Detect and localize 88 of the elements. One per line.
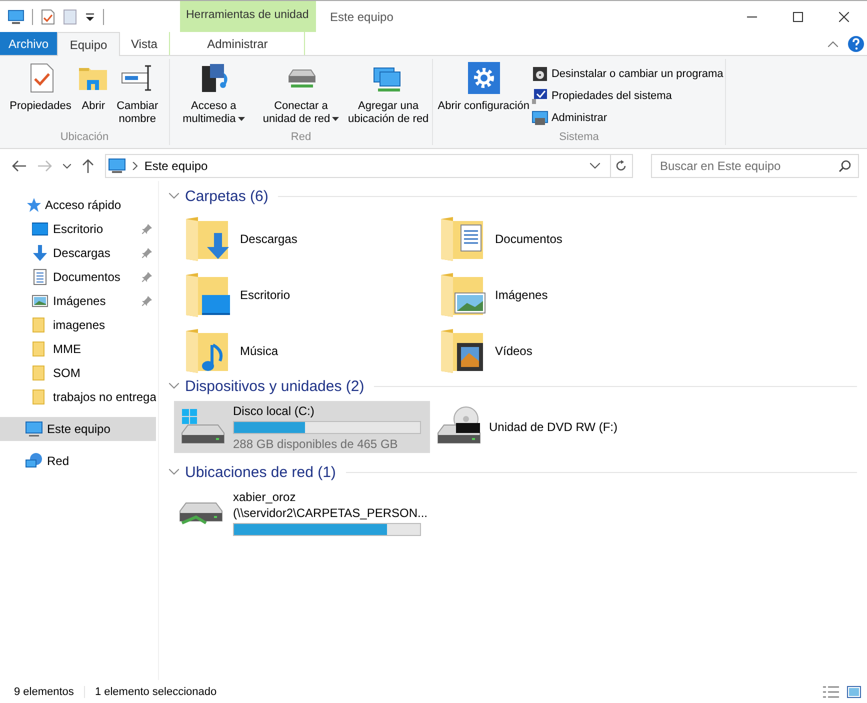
sidebar-item[interactable]: trabajos no entrega — [0, 385, 156, 409]
computer-check-icon — [532, 88, 548, 104]
desktop-icon — [32, 221, 48, 237]
drive-path: (\\servidor2\CARPETAS_PERSON... — [233, 506, 428, 520]
search-icon — [838, 160, 851, 172]
back-arrow-icon — [12, 160, 26, 172]
sidebar-item[interactable]: Red — [0, 449, 156, 473]
folder-item[interactable]: Documentos — [439, 215, 694, 263]
group-label: Ubicación — [60, 131, 109, 145]
network-icon — [25, 453, 43, 469]
group-label: Sistema — [559, 131, 599, 145]
ribbon-button[interactable]: Desinstalar o cambiar un programa — [532, 65, 724, 82]
computer-icon — [8, 8, 24, 24]
ribbon-button[interactable]: Agregar una ubicación de red — [344, 59, 432, 125]
drive-name: xabier_oroz — [233, 490, 297, 504]
ribbon-button[interactable]: Propiedades — [6, 59, 74, 125]
drive-item[interactable]: Disco local (C:) 288 GB disponibles de 465 GB — [174, 401, 430, 453]
sidebar-item[interactable]: MME — [0, 337, 156, 361]
drive-item[interactable]: Unidad de DVD RW (F:) — [430, 401, 686, 453]
section-header[interactable]: Ubicaciones de red (1) — [185, 464, 336, 480]
folder-item[interactable]: Música — [184, 327, 439, 375]
address-field[interactable]: Este equipo — [105, 154, 633, 178]
sidebar-item[interactable]: SOM — [0, 361, 156, 385]
computer-icon — [108, 158, 126, 174]
sidebar-item[interactable]: Documentos — [0, 265, 156, 289]
maximize-icon — [793, 12, 803, 22]
up-arrow-icon — [82, 159, 94, 173]
tool-group-label: Herramientas de unidad — [180, 1, 316, 32]
sidebar-item[interactable]: imagenes — [0, 313, 156, 337]
drive-capacity: 288 GB disponibles de 465 GB — [233, 436, 399, 450]
address-path: Este equipo — [144, 159, 208, 173]
blank-page-icon — [63, 8, 77, 24]
document-icon — [32, 269, 48, 285]
ribbon-button[interactable]: Cambiar nombre — [112, 59, 162, 125]
search-field[interactable]: Buscar en Este equipo — [650, 154, 859, 178]
folder-icon — [184, 215, 232, 263]
ribbon-button[interactable]: Abrir configuración — [434, 59, 532, 125]
sidebar-item[interactable]: Imágenes — [0, 289, 156, 313]
document-check-icon — [41, 8, 55, 24]
refresh-icon — [615, 160, 628, 172]
folder-item[interactable]: Descargas — [184, 215, 439, 263]
picture-icon — [32, 293, 48, 309]
sidebar-item[interactable]: Descargas — [0, 241, 156, 265]
item-count: 9 elementos — [14, 686, 75, 698]
settings-icon — [468, 62, 500, 94]
chevron-icon — [132, 162, 138, 170]
chevron-down-icon — [62, 164, 71, 168]
drive-name: Unidad de DVD RW (F:) — [489, 420, 618, 434]
collapse-icon — [828, 40, 838, 46]
collapse-icon — [169, 469, 179, 475]
folder-item[interactable]: Escritorio — [184, 271, 439, 319]
disc-box-icon — [532, 66, 548, 82]
ribbon-tab[interactable]: Archivo — [0, 32, 57, 55]
window-title: Este equipo — [329, 9, 394, 26]
picture-view-icon — [847, 686, 861, 698]
forward-arrow-icon — [38, 160, 52, 172]
ribbon-tab[interactable]: Equipo — [57, 32, 120, 56]
folder-icon — [184, 271, 232, 319]
ribbon-button[interactable]: Abrir — [74, 59, 112, 125]
sidebar-item[interactable]: Acceso rápido — [0, 193, 156, 217]
ribbon-button[interactable]: Acceso a multimedia — [170, 59, 258, 125]
ribbon-tab[interactable]: Vista — [120, 32, 168, 55]
computer-manage-icon — [532, 110, 548, 126]
section-header[interactable]: Carpetas (6) — [185, 188, 268, 204]
group-label: Red — [290, 131, 312, 145]
star-icon — [25, 197, 41, 213]
computer-icon — [25, 421, 43, 437]
folder-icon — [439, 271, 487, 319]
section-header[interactable]: Dispositivos y unidades (2) — [185, 378, 364, 394]
download-icon — [32, 245, 48, 261]
details-icon — [823, 686, 839, 698]
ribbon-button[interactable]: Administrar — [532, 109, 724, 126]
folder-item[interactable]: Imágenes — [439, 271, 694, 319]
collapse-icon — [169, 383, 179, 389]
collapse-icon — [169, 193, 179, 199]
help-icon — [848, 36, 864, 52]
ribbon-button[interactable]: Conectar a unidad de red — [257, 59, 345, 125]
sidebar-item[interactable]: Escritorio — [0, 217, 156, 241]
customize-icon — [85, 12, 95, 22]
close-icon — [839, 12, 849, 22]
drive-item[interactable]: xabier_oroz (\\servidor2\CARPETAS_PERSON... — [174, 487, 430, 539]
folder-item[interactable]: Vídeos — [439, 327, 694, 375]
selection-count: 1 elemento seleccionado — [84, 686, 227, 698]
sidebar-item[interactable]: Este equipo — [0, 417, 156, 441]
ribbon-tab[interactable]: Administrar — [169, 32, 306, 55]
dropdown-icon — [590, 163, 600, 169]
drive-name: Disco local (C:) — [233, 404, 316, 418]
ribbon-button[interactable]: Propiedades del sistema — [532, 87, 724, 104]
